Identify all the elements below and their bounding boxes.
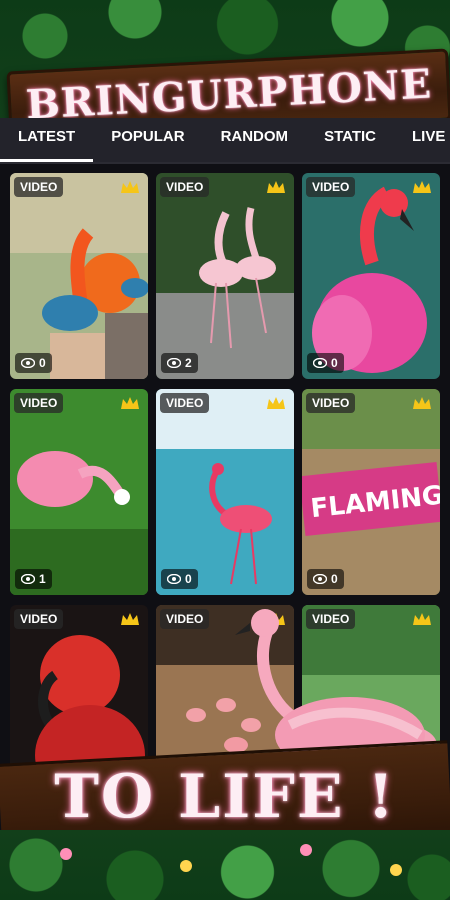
two-flamingos-thumbnail [156, 173, 294, 379]
flower-decoration [390, 864, 402, 876]
view-count: 0 [15, 353, 52, 373]
eye-icon [21, 574, 35, 584]
bottom-jungle-decoration [0, 830, 450, 900]
flamingo-lake-thumbnail [156, 389, 294, 595]
wallpaper-card[interactable]: VIDEO 0 [10, 173, 148, 379]
video-badge: VIDEO [14, 177, 64, 197]
tab-bar-divider [0, 162, 450, 164]
view-count: 0 [307, 353, 344, 373]
flower-decoration [300, 844, 312, 856]
crown-icon [267, 181, 285, 193]
view-count-value: 0 [331, 572, 338, 586]
slogan-text: TO LIFE ! [54, 762, 396, 832]
video-badge: VIDEO [14, 393, 64, 413]
tab-live[interactable]: LIVE [394, 118, 450, 162]
colorful-flamingo-thumbnail [302, 173, 440, 379]
flamingo-grass-thumbnail [10, 389, 148, 595]
flower-decoration [60, 848, 72, 860]
tab-random[interactable]: RANDOM [203, 118, 307, 162]
video-badge: VIDEO [306, 177, 356, 197]
view-count: 0 [307, 569, 344, 589]
view-count: 0 [161, 569, 198, 589]
tab-popular[interactable]: POPULAR [93, 118, 202, 162]
view-count: 1 [15, 569, 52, 589]
crown-icon [121, 613, 139, 625]
video-badge: VIDEO [160, 393, 210, 413]
tab-bar: LATEST POPULAR RANDOM STATIC LIVE [0, 118, 450, 162]
eye-icon [167, 574, 181, 584]
crown-icon [413, 397, 431, 409]
crown-icon [413, 181, 431, 193]
tab-static[interactable]: STATIC [306, 118, 394, 162]
view-count-value: 2 [185, 356, 192, 370]
eye-icon [313, 358, 327, 368]
tab-latest[interactable]: LATEST [0, 118, 94, 162]
wallpaper-card[interactable]: FLAMING VIDEO 0 [302, 389, 440, 595]
view-count-value: 0 [185, 572, 192, 586]
wallpaper-card[interactable]: VIDEO 0 [156, 389, 294, 595]
wallpaper-card[interactable]: VIDEO 1 [10, 389, 148, 595]
crown-icon [121, 397, 139, 409]
flamingo-feeding-thumbnail [10, 173, 148, 379]
eye-icon [21, 358, 35, 368]
video-badge: VIDEO [160, 177, 210, 197]
video-badge: VIDEO [306, 393, 356, 413]
view-count-value: 1 [39, 572, 46, 586]
view-count: 2 [161, 353, 198, 373]
wallpaper-card[interactable]: VIDEO 0 [302, 173, 440, 379]
crown-icon [121, 181, 139, 193]
view-count-value: 0 [331, 356, 338, 370]
video-badge: VIDEO [160, 609, 210, 629]
flamingo-wall-thumbnail: FLAMING [302, 389, 440, 595]
eye-icon [167, 358, 181, 368]
video-badge: VIDEO [14, 609, 64, 629]
crown-icon [267, 397, 285, 409]
eye-icon [313, 574, 327, 584]
view-count-value: 0 [39, 356, 46, 370]
wallpaper-card[interactable]: VIDEO 2 [156, 173, 294, 379]
flower-decoration [180, 860, 192, 872]
